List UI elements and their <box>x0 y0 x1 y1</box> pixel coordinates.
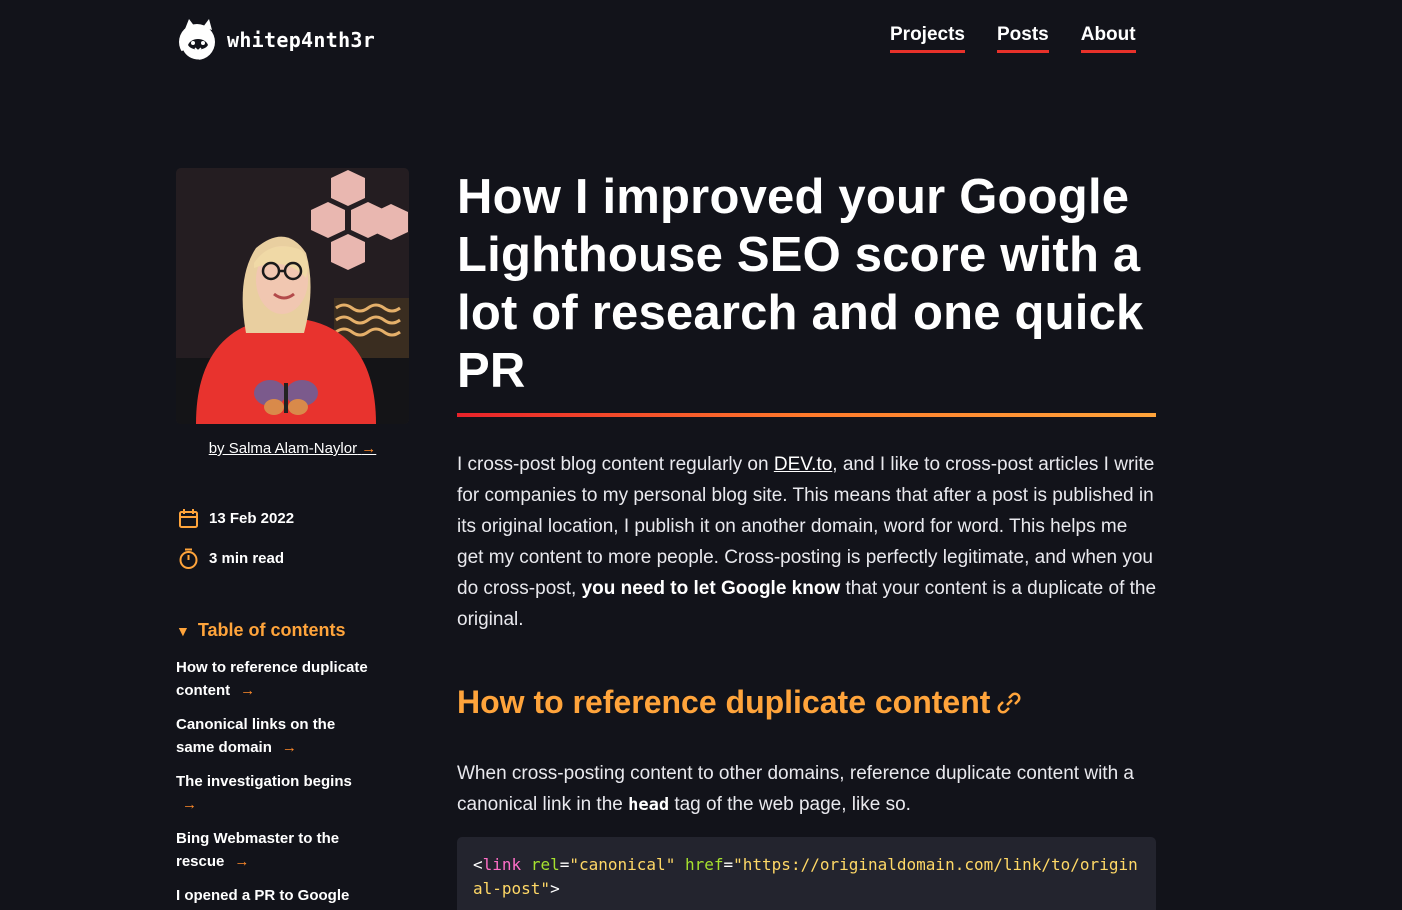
arrow-right-icon: → <box>240 681 256 699</box>
publish-date: 13 Feb 2022 <box>178 508 294 529</box>
arrow-right-icon: → <box>361 440 377 457</box>
date-text: 13 Feb 2022 <box>209 510 295 527</box>
nav-posts[interactable]: Posts <box>996 24 1049 53</box>
arrow-right-icon: → <box>234 852 250 870</box>
toc-item[interactable]: The investigation begins → <box>176 771 371 816</box>
arrow-right-icon: → <box>182 795 197 813</box>
panther-logo-icon <box>179 19 215 63</box>
nav-about[interactable]: About <box>1080 24 1136 53</box>
title-gradient-rule <box>457 413 1156 417</box>
author-byline: by Salma Alam-Naylor → <box>176 440 409 457</box>
intro-paragraph: I cross-post blog content regularly on D… <box>457 454 1157 630</box>
stopwatch-icon <box>179 548 198 569</box>
toc-item[interactable]: I opened a PR to Google <box>176 885 376 908</box>
toc-item[interactable]: How to reference duplicate content → <box>176 657 376 702</box>
link-icon <box>997 692 1021 713</box>
toc-item[interactable]: Bing Webmaster to the rescue → <box>176 828 361 873</box>
triangle-down-icon: ▼ <box>176 622 190 639</box>
section-paragraph: When cross-posting content to other doma… <box>457 763 1134 815</box>
toc-toggle[interactable]: ▼ Table of contents <box>176 620 346 641</box>
read-time-text: 3 min read <box>209 550 285 567</box>
home-logo-link[interactable]: whitep4nth3r <box>177 17 375 63</box>
article-title: How I improved your Google Lighthouse SE… <box>457 170 1144 398</box>
author-link[interactable]: by Salma Alam-Naylor → <box>209 440 377 457</box>
code-block: <link rel="canonical" href="https://orig… <box>457 837 1156 910</box>
section-heading[interactable]: How to reference duplicate content <box>457 684 1022 721</box>
calendar-icon <box>179 509 198 528</box>
author-photo <box>176 168 409 424</box>
arrow-right-icon: → <box>281 738 297 756</box>
main-nav: Projects Posts About <box>890 24 1136 53</box>
toc-title: Table of contents <box>197 620 346 640</box>
devto-link[interactable]: DEV.to <box>774 454 832 475</box>
logo-text: whitep4nth3r <box>227 28 376 52</box>
nav-projects[interactable]: Projects <box>890 24 965 53</box>
read-time: 3 min read <box>178 548 284 569</box>
toc-item[interactable]: Canonical links on the same domain → <box>176 714 376 759</box>
toc-list: How to reference duplicate content → Cano… <box>176 657 376 910</box>
